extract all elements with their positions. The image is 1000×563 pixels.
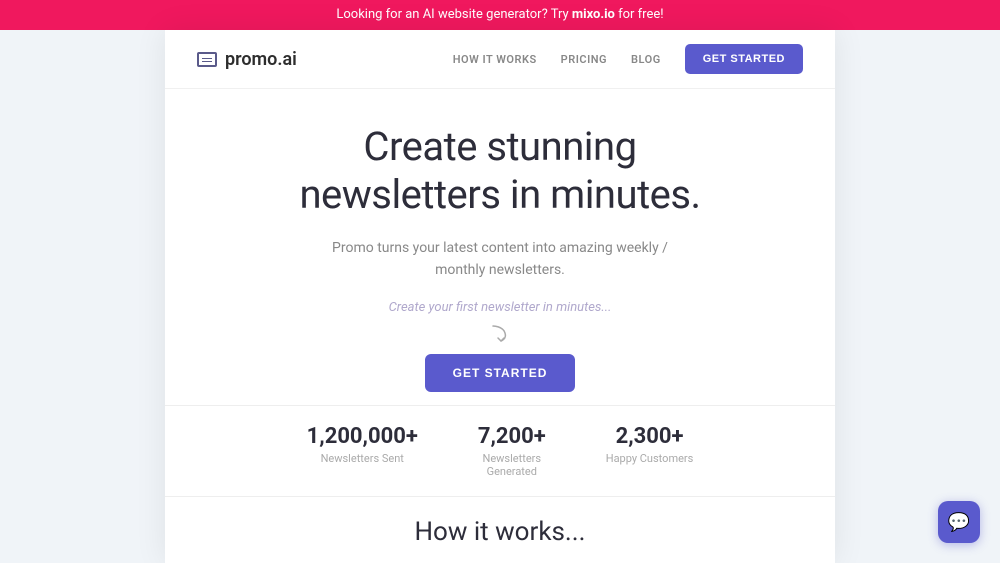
chat-icon: 💬 — [948, 512, 970, 533]
nav-blog[interactable]: BLOG — [631, 53, 661, 66]
logo: promo.ai — [197, 49, 297, 70]
content-area: promo.ai HOW IT WORKS PRICING BLOG GET S… — [165, 30, 835, 563]
logo-icon — [197, 52, 217, 67]
stat-newsletters-generated: 7,200+ NewslettersGenerated — [478, 424, 546, 478]
top-banner: Looking for an AI website generator? Try… — [0, 0, 1000, 30]
how-it-works-section: How it works... — [165, 496, 835, 563]
hero-title: Create stunning newsletters in minutes. — [299, 123, 700, 219]
nav-how-it-works[interactable]: HOW IT WORKS — [453, 53, 537, 66]
main-wrapper: promo.ai HOW IT WORKS PRICING BLOG GET S… — [0, 30, 1000, 563]
hero-subtitle: Promo turns your latest content into ama… — [330, 237, 670, 282]
stat-number-3: 2,300+ — [606, 424, 694, 449]
chat-button[interactable]: 💬 — [938, 501, 980, 543]
nav-get-started-button[interactable]: GET STARTED — [685, 44, 803, 74]
stat-newsletters-sent: 1,200,000+ Newsletters Sent — [307, 424, 418, 478]
stat-number-2: 7,200+ — [478, 424, 546, 449]
stat-number-1: 1,200,000+ — [307, 424, 418, 449]
stat-label-2: NewslettersGenerated — [478, 452, 546, 478]
banner-link[interactable]: mixo.io — [572, 7, 615, 22]
how-it-works-title: How it works... — [205, 517, 795, 547]
nav-links: HOW IT WORKS PRICING BLOG GET STARTED — [453, 44, 803, 74]
navbar: promo.ai HOW IT WORKS PRICING BLOG GET S… — [165, 30, 835, 89]
banner-text-after: for free! — [615, 7, 664, 22]
hero-input-label: Create your first newsletter in minutes.… — [389, 300, 612, 315]
arrow-icon — [485, 321, 515, 346]
stats-section: 1,200,000+ Newsletters Sent 7,200+ Newsl… — [165, 405, 835, 496]
logo-text: promo.ai — [225, 49, 297, 70]
hero-section: Create stunning newsletters in minutes. … — [165, 89, 835, 405]
nav-pricing[interactable]: PRICING — [561, 53, 607, 66]
banner-text: Looking for an AI website generator? Try — [336, 7, 572, 22]
stat-happy-customers: 2,300+ Happy Customers — [606, 424, 694, 478]
hero-get-started-button[interactable]: GET STARTED — [425, 354, 576, 392]
stat-label-3: Happy Customers — [606, 452, 694, 465]
stat-label-1: Newsletters Sent — [307, 452, 418, 465]
